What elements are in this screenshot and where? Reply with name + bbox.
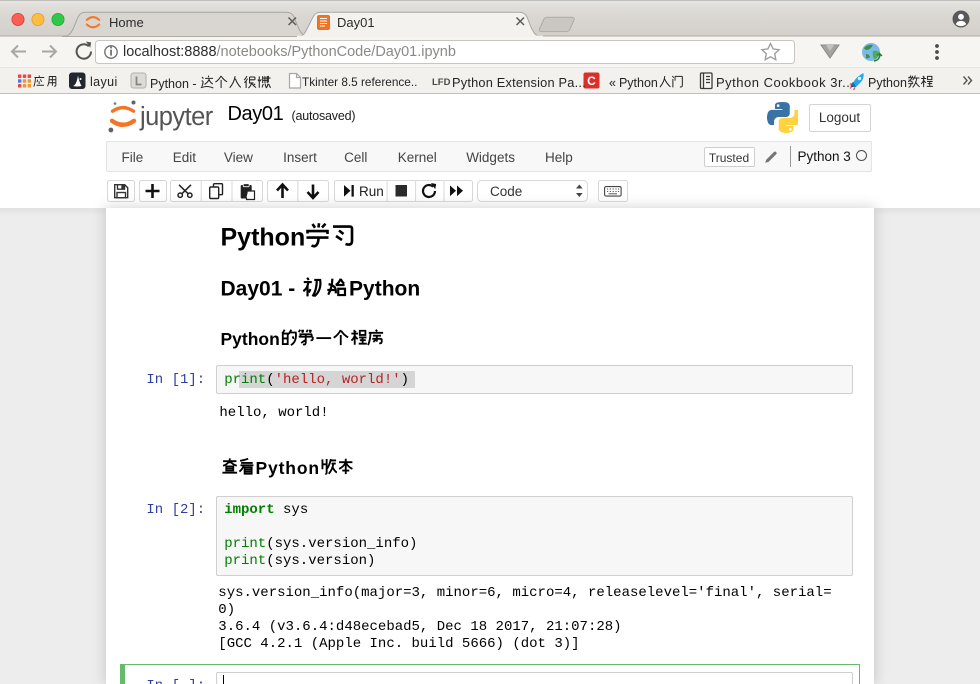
svg-text:C: C <box>587 74 596 88</box>
svg-text:LFD: LFD <box>432 77 451 88</box>
svg-text:Code: Code <box>490 184 522 199</box>
svg-text:Run: Run <box>359 184 384 199</box>
